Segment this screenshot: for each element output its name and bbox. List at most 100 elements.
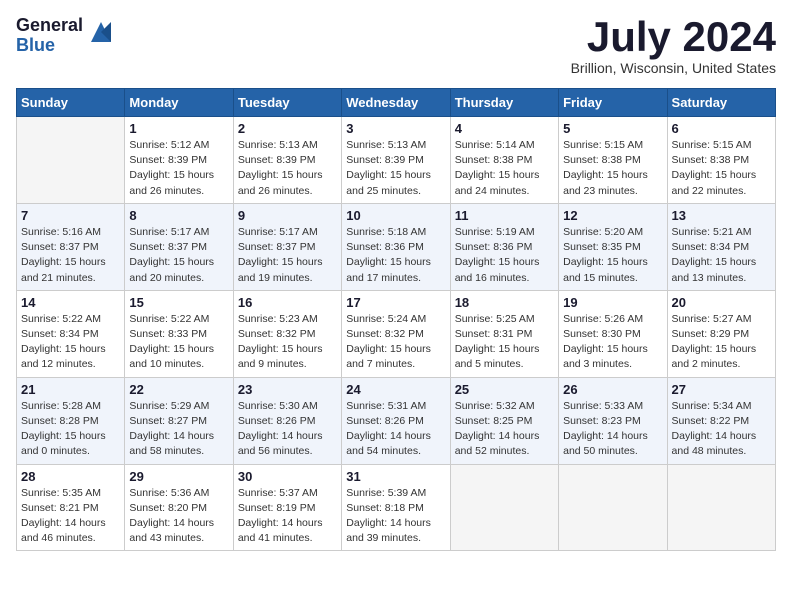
day-info: Sunrise: 5:30 AM Sunset: 8:26 PM Dayligh…: [238, 399, 337, 460]
day-info: Sunrise: 5:13 AM Sunset: 8:39 PM Dayligh…: [238, 138, 337, 199]
day-number: 8: [129, 208, 228, 223]
calendar-day-cell: 19 Sunrise: 5:26 AM Sunset: 8:30 PM Dayli…: [559, 290, 667, 377]
day-info: Sunrise: 5:29 AM Sunset: 8:27 PM Dayligh…: [129, 399, 228, 460]
day-info: Sunrise: 5:23 AM Sunset: 8:32 PM Dayligh…: [238, 312, 337, 373]
calendar-day-cell: [667, 464, 775, 551]
calendar-day-cell: [559, 464, 667, 551]
day-number: 3: [346, 121, 445, 136]
weekday-header: Monday: [125, 89, 233, 117]
day-number: 7: [21, 208, 120, 223]
calendar-week-row: 1Sunrise: 5:12 AM Sunset: 8:39 PM Daylig…: [17, 117, 776, 204]
day-number: 5: [563, 121, 662, 136]
month-title: July 2024: [571, 16, 776, 58]
day-info: Sunrise: 5:36 AM Sunset: 8:20 PM Dayligh…: [129, 486, 228, 547]
day-info: Sunrise: 5:17 AM Sunset: 8:37 PM Dayligh…: [129, 225, 228, 286]
calendar-table: SundayMondayTuesdayWednesdayThursdayFrid…: [16, 88, 776, 551]
day-number: 22: [129, 382, 228, 397]
day-number: 9: [238, 208, 337, 223]
calendar-week-row: 21 Sunrise: 5:28 AM Sunset: 8:28 PM Dayli…: [17, 377, 776, 464]
location: Brillion, Wisconsin, United States: [571, 60, 776, 76]
day-number: 19: [563, 295, 662, 310]
calendar-day-cell: 9Sunrise: 5:17 AM Sunset: 8:37 PM Daylig…: [233, 203, 341, 290]
calendar-day-cell: 24Sunrise: 5:31 AM Sunset: 8:26 PM Dayli…: [342, 377, 450, 464]
calendar-week-row: 14 Sunrise: 5:22 AM Sunset: 8:34 PM Dayli…: [17, 290, 776, 377]
day-info: Sunrise: 5:26 AM Sunset: 8:30 PM Dayligh…: [563, 312, 662, 373]
logo-general: General: [16, 16, 83, 36]
calendar-day-cell: 20 Sunrise: 5:27 AM Sunset: 8:29 PM Dayli…: [667, 290, 775, 377]
day-number: 18: [455, 295, 554, 310]
calendar-day-cell: 26 Sunrise: 5:33 AM Sunset: 8:23 PM Dayli…: [559, 377, 667, 464]
calendar-day-cell: [450, 464, 558, 551]
day-info: Sunrise: 5:20 AM Sunset: 8:35 PM Dayligh…: [563, 225, 662, 286]
calendar-header-row: SundayMondayTuesdayWednesdayThursdayFrid…: [17, 89, 776, 117]
day-info: Sunrise: 5:25 AM Sunset: 8:31 PM Dayligh…: [455, 312, 554, 373]
day-info: Sunrise: 5:12 AM Sunset: 8:39 PM Dayligh…: [129, 138, 228, 199]
logo-text: General Blue: [16, 16, 83, 56]
page-header: General Blue July 2024 Brillion, Wiscons…: [16, 16, 776, 76]
calendar-day-cell: 22 Sunrise: 5:29 AM Sunset: 8:27 PM Dayli…: [125, 377, 233, 464]
calendar-day-cell: 11 Sunrise: 5:19 AM Sunset: 8:36 PM Dayli…: [450, 203, 558, 290]
calendar-day-cell: 3 Sunrise: 5:13 AM Sunset: 8:39 PM Daylig…: [342, 117, 450, 204]
day-number: 14: [21, 295, 120, 310]
calendar-day-cell: 1Sunrise: 5:12 AM Sunset: 8:39 PM Daylig…: [125, 117, 233, 204]
calendar-day-cell: 13Sunrise: 5:21 AM Sunset: 8:34 PM Dayli…: [667, 203, 775, 290]
calendar-day-cell: 27 Sunrise: 5:34 AM Sunset: 8:22 PM Dayli…: [667, 377, 775, 464]
calendar-day-cell: 6Sunrise: 5:15 AM Sunset: 8:38 PM Daylig…: [667, 117, 775, 204]
calendar-day-cell: 14 Sunrise: 5:22 AM Sunset: 8:34 PM Dayli…: [17, 290, 125, 377]
day-info: Sunrise: 5:32 AM Sunset: 8:25 PM Dayligh…: [455, 399, 554, 460]
day-info: Sunrise: 5:37 AM Sunset: 8:19 PM Dayligh…: [238, 486, 337, 547]
day-info: Sunrise: 5:24 AM Sunset: 8:32 PM Dayligh…: [346, 312, 445, 373]
day-number: 16: [238, 295, 337, 310]
day-number: 26: [563, 382, 662, 397]
day-info: Sunrise: 5:22 AM Sunset: 8:34 PM Dayligh…: [21, 312, 120, 373]
day-number: 31: [346, 469, 445, 484]
day-number: 23: [238, 382, 337, 397]
day-number: 20: [672, 295, 771, 310]
day-info: Sunrise: 5:31 AM Sunset: 8:26 PM Dayligh…: [346, 399, 445, 460]
day-number: 4: [455, 121, 554, 136]
day-info: Sunrise: 5:19 AM Sunset: 8:36 PM Dayligh…: [455, 225, 554, 286]
calendar-day-cell: 7 Sunrise: 5:16 AM Sunset: 8:37 PM Daylig…: [17, 203, 125, 290]
day-info: Sunrise: 5:15 AM Sunset: 8:38 PM Dayligh…: [672, 138, 771, 199]
day-info: Sunrise: 5:16 AM Sunset: 8:37 PM Dayligh…: [21, 225, 120, 286]
calendar-day-cell: 29Sunrise: 5:36 AM Sunset: 8:20 PM Dayli…: [125, 464, 233, 551]
calendar-week-row: 7 Sunrise: 5:16 AM Sunset: 8:37 PM Daylig…: [17, 203, 776, 290]
calendar-day-cell: 30 Sunrise: 5:37 AM Sunset: 8:19 PM Dayli…: [233, 464, 341, 551]
day-number: 17: [346, 295, 445, 310]
day-info: Sunrise: 5:15 AM Sunset: 8:38 PM Dayligh…: [563, 138, 662, 199]
day-number: 28: [21, 469, 120, 484]
day-info: Sunrise: 5:13 AM Sunset: 8:39 PM Dayligh…: [346, 138, 445, 199]
calendar-day-cell: 15Sunrise: 5:22 AM Sunset: 8:33 PM Dayli…: [125, 290, 233, 377]
weekday-header: Saturday: [667, 89, 775, 117]
day-number: 12: [563, 208, 662, 223]
day-info: Sunrise: 5:27 AM Sunset: 8:29 PM Dayligh…: [672, 312, 771, 373]
weekday-header: Thursday: [450, 89, 558, 117]
calendar-day-cell: 2Sunrise: 5:13 AM Sunset: 8:39 PM Daylig…: [233, 117, 341, 204]
calendar-day-cell: 31Sunrise: 5:39 AM Sunset: 8:18 PM Dayli…: [342, 464, 450, 551]
day-number: 21: [21, 382, 120, 397]
weekday-header: Tuesday: [233, 89, 341, 117]
calendar-day-cell: 17 Sunrise: 5:24 AM Sunset: 8:32 PM Dayli…: [342, 290, 450, 377]
day-info: Sunrise: 5:34 AM Sunset: 8:22 PM Dayligh…: [672, 399, 771, 460]
day-info: Sunrise: 5:14 AM Sunset: 8:38 PM Dayligh…: [455, 138, 554, 199]
day-info: Sunrise: 5:28 AM Sunset: 8:28 PM Dayligh…: [21, 399, 120, 460]
calendar-day-cell: 21 Sunrise: 5:28 AM Sunset: 8:28 PM Dayli…: [17, 377, 125, 464]
calendar-day-cell: 5 Sunrise: 5:15 AM Sunset: 8:38 PM Daylig…: [559, 117, 667, 204]
day-number: 11: [455, 208, 554, 223]
calendar-day-cell: 12 Sunrise: 5:20 AM Sunset: 8:35 PM Dayli…: [559, 203, 667, 290]
day-number: 15: [129, 295, 228, 310]
calendar-day-cell: [17, 117, 125, 204]
day-info: Sunrise: 5:33 AM Sunset: 8:23 PM Dayligh…: [563, 399, 662, 460]
weekday-header: Sunday: [17, 89, 125, 117]
calendar-day-cell: 16 Sunrise: 5:23 AM Sunset: 8:32 PM Dayli…: [233, 290, 341, 377]
calendar-day-cell: 28Sunrise: 5:35 AM Sunset: 8:21 PM Dayli…: [17, 464, 125, 551]
logo: General Blue: [16, 16, 115, 56]
logo-icon: [87, 18, 115, 46]
day-number: 25: [455, 382, 554, 397]
day-info: Sunrise: 5:18 AM Sunset: 8:36 PM Dayligh…: [346, 225, 445, 286]
calendar-day-cell: 18 Sunrise: 5:25 AM Sunset: 8:31 PM Dayli…: [450, 290, 558, 377]
weekday-header: Friday: [559, 89, 667, 117]
calendar-day-cell: 23 Sunrise: 5:30 AM Sunset: 8:26 PM Dayli…: [233, 377, 341, 464]
day-number: 27: [672, 382, 771, 397]
day-number: 30: [238, 469, 337, 484]
